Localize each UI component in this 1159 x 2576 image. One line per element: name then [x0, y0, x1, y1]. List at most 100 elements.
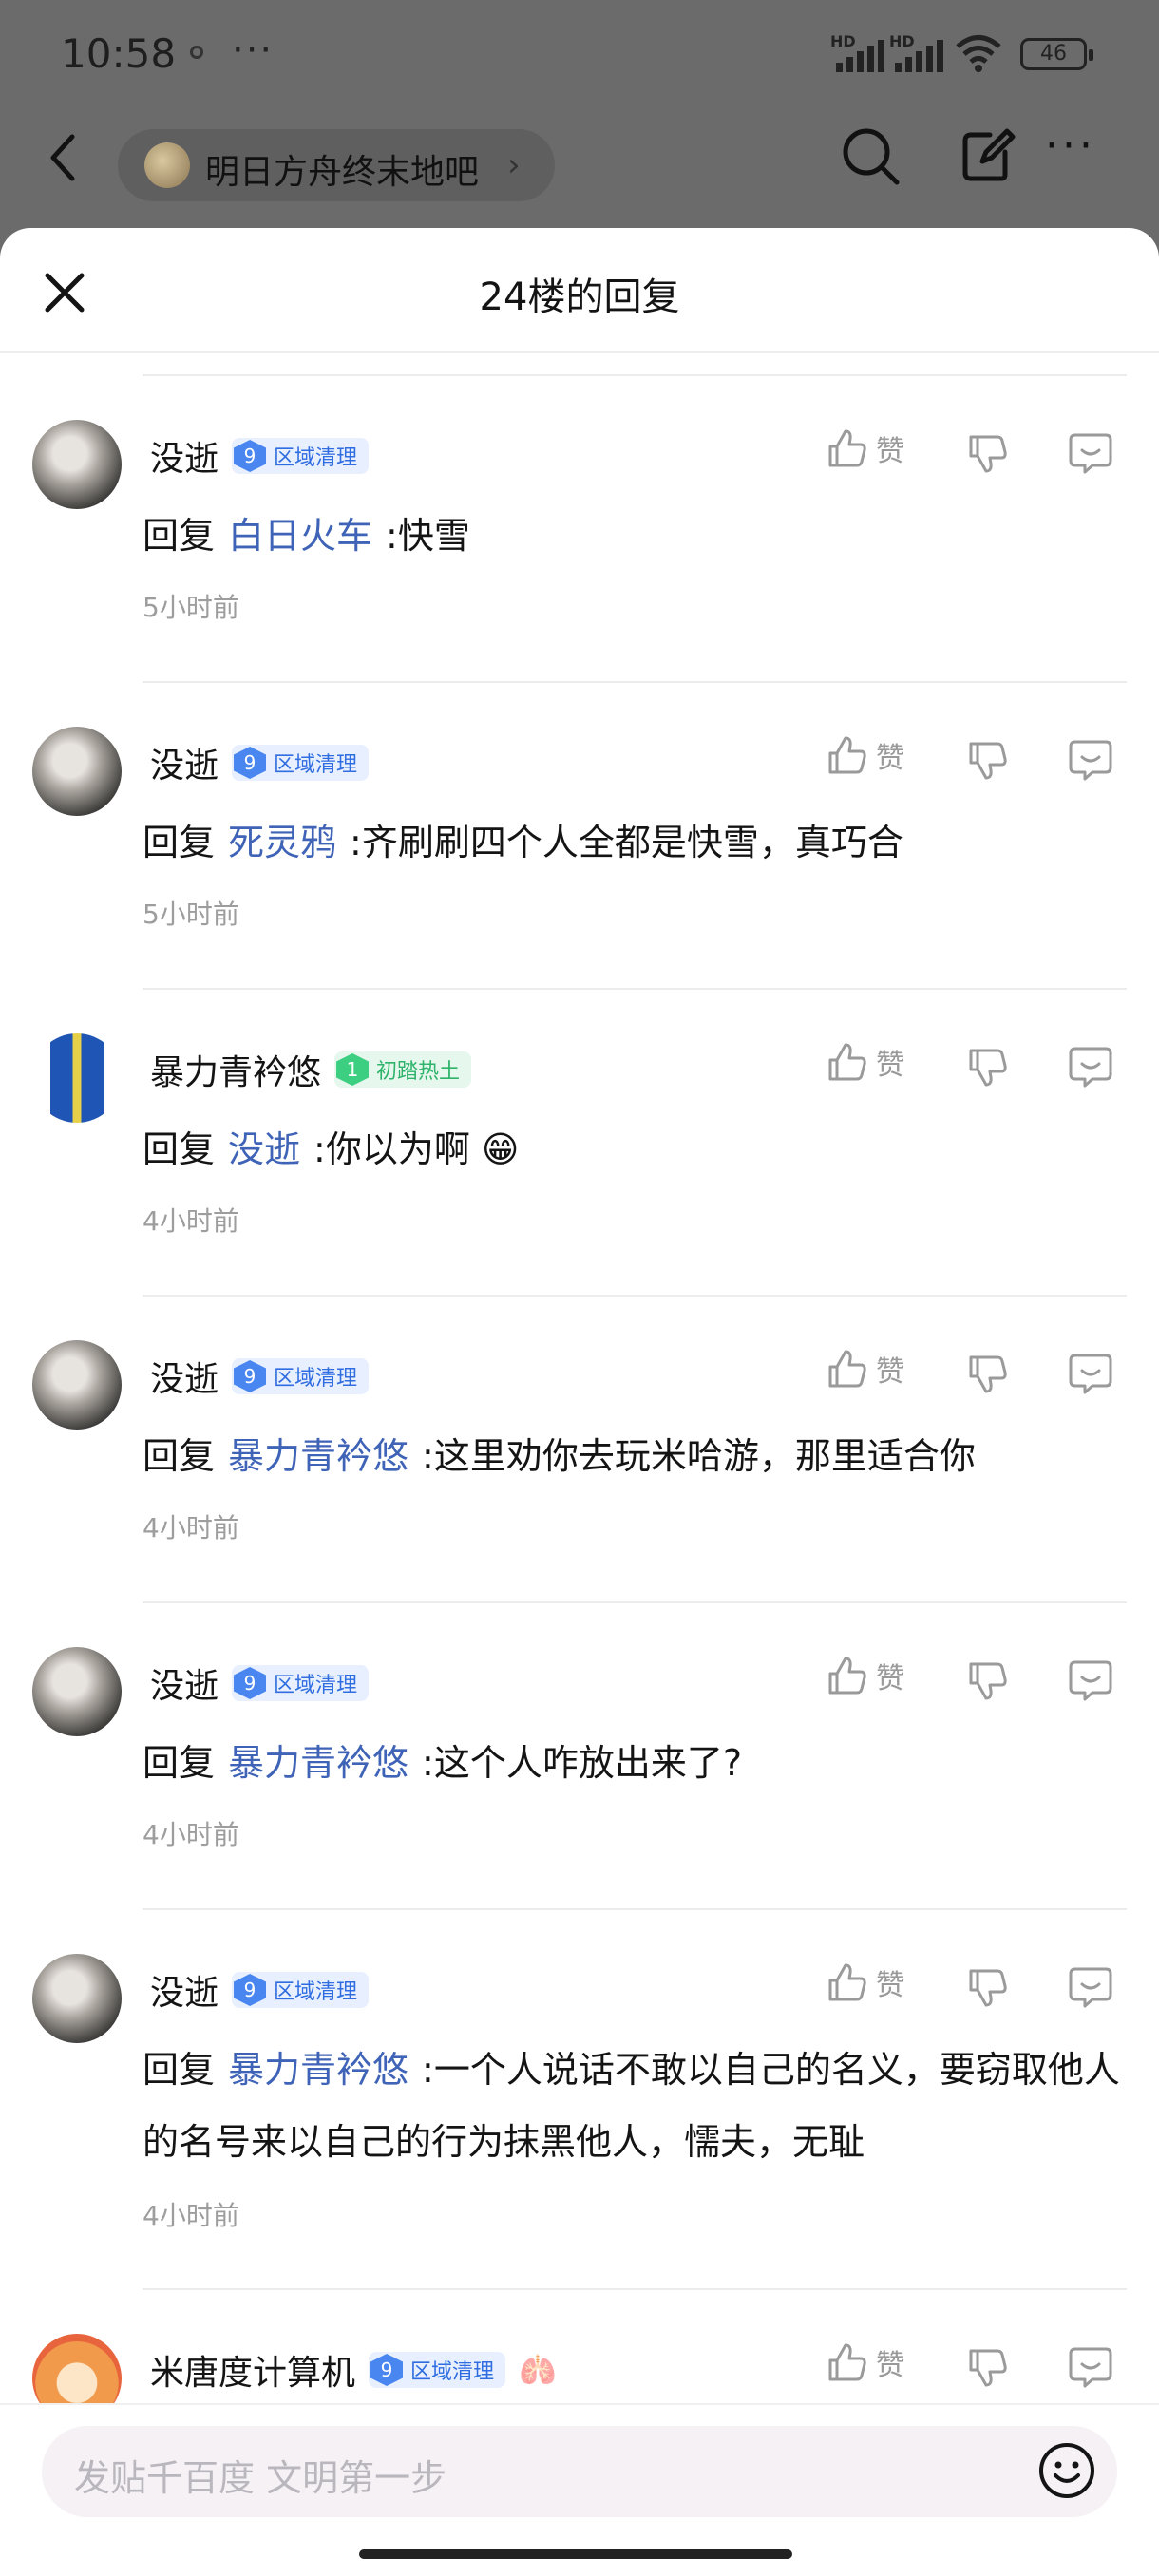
username[interactable]: 没逝	[150, 1352, 218, 1401]
status-bar: 10:58 ··· HD HD 46	[0, 0, 1159, 110]
level-badge: 9 区域清理	[232, 1665, 370, 1701]
thumbs-down-icon[interactable]	[967, 1047, 1009, 1089]
home-indicator[interactable]	[359, 2549, 792, 2559]
reply-item: 没逝 9 区域清理 赞 回复 暴力青衿悠:一个人说话不敢以自己的名义，要窃取他人的名…	[0, 1910, 1159, 2290]
avatar[interactable]	[32, 420, 122, 509]
comment-icon[interactable]	[1068, 1045, 1113, 1089]
thumbs-down-icon[interactable]	[967, 2347, 1009, 2389]
timestamp: 5小时前	[142, 899, 239, 930]
more-menu-icon[interactable]: ···	[1045, 122, 1096, 170]
reply-item: 暴力青衿悠 1 初踏热土 赞 回复 没逝:你以为啊 😁 4小时前	[0, 990, 1159, 1297]
thumbs-up-icon	[828, 1963, 866, 2001]
timestamp: 4小时前	[142, 1512, 239, 1544]
back-arrow-icon[interactable]	[42, 129, 84, 186]
level-badge: 9 区域清理	[232, 1972, 370, 2008]
like-button[interactable]: 赞	[826, 1041, 904, 1083]
badge-title: 区域清理	[274, 1980, 358, 2004]
reply-item: 没逝 9 区域清理 赞 回复 暴力青衿悠:这个人咋放出来了? 4小时前	[0, 1603, 1159, 1910]
thumbs-up-icon	[828, 1043, 866, 1081]
like-button[interactable]: 赞	[826, 427, 904, 469]
like-button[interactable]: 赞	[826, 1655, 904, 1696]
reply-actions: 赞	[826, 2341, 1130, 2395]
comment-icon[interactable]	[1068, 1965, 1113, 2009]
comment-icon[interactable]	[1068, 738, 1113, 782]
emoji-icon[interactable]	[1036, 2439, 1098, 2502]
reply-actions: 赞	[826, 427, 1130, 481]
username[interactable]: 没逝	[150, 1965, 218, 2015]
badge-title: 初踏热土	[376, 1060, 461, 1084]
thumbs-up-icon	[828, 429, 866, 467]
reply-list[interactable]: 没逝 9 区域清理 赞 回复 白日火车:快雪 5小时前 没逝 9 区域清理 赞…	[0, 374, 1159, 2480]
thumbs-down-icon[interactable]	[967, 1354, 1009, 1395]
reply-text: 回复 暴力青衿悠:这里劝你去玩米哈游，那里适合你	[142, 1435, 976, 1477]
signal-icon: HD	[830, 32, 887, 72]
chevron-right-icon: ›	[507, 146, 521, 184]
username[interactable]: 没逝	[150, 1658, 218, 1708]
reply-actions: 赞	[826, 1348, 1130, 1401]
like-button[interactable]: 赞	[826, 2341, 904, 2383]
comment-icon[interactable]	[1068, 1658, 1113, 1702]
thumbs-down-icon[interactable]	[967, 433, 1009, 475]
avatar[interactable]	[32, 1340, 122, 1430]
reply-text: 回复 死灵鸦:齐刷刷四个人全都是快雪，真巧合	[142, 822, 903, 863]
avatar[interactable]	[32, 727, 122, 816]
level-number: 1	[336, 1053, 370, 1086]
thumbs-down-icon[interactable]	[967, 1967, 1009, 2009]
username[interactable]: 暴力青衿悠	[150, 1045, 321, 1094]
thumbs-down-icon[interactable]	[967, 740, 1009, 782]
reply-item: 没逝 9 区域清理 赞 回复 白日火车:快雪 5小时前	[0, 376, 1159, 683]
like-button[interactable]: 赞	[826, 1348, 904, 1390]
level-number: 9	[234, 1360, 267, 1392]
comment-icon[interactable]	[1068, 2345, 1113, 2389]
reply-sheet: 24楼的回复 没逝 9 区域清理 赞 回复 白日火车:快雪 5小时前 没逝 9…	[0, 228, 1159, 2576]
battery-icon: 46	[1020, 38, 1093, 70]
mention-link[interactable]: 暴力青衿悠	[228, 2049, 408, 2091]
thumbs-down-icon[interactable]	[967, 1660, 1009, 1702]
thumbs-up-icon	[828, 1657, 866, 1695]
mention-link[interactable]: 白日火车	[228, 515, 372, 557]
comment-icon[interactable]	[1068, 431, 1113, 475]
timestamp: 5小时前	[142, 592, 239, 623]
comment-composer: 发贴千百度 文明第一步	[0, 2403, 1159, 2576]
username[interactable]: 没逝	[150, 738, 218, 787]
reply-item: 没逝 9 区域清理 赞 回复 死灵鸦:齐刷刷四个人全都是快雪，真巧合 5小时前	[0, 683, 1159, 990]
like-button[interactable]: 赞	[826, 1961, 904, 2003]
thumbs-up-icon	[828, 2343, 866, 2381]
reply-text: 回复 暴力青衿悠:一个人说话不敢以自己的名义，要窃取他人的名号来以自己的行为抹黑他…	[142, 2049, 1120, 2163]
level-badge: 9 区域清理	[369, 2352, 506, 2388]
mention-link[interactable]: 没逝	[228, 1128, 300, 1170]
badge-title: 区域清理	[274, 1674, 358, 1697]
badge-title: 区域清理	[274, 446, 358, 470]
avatar[interactable]	[32, 1954, 122, 2043]
mention-link[interactable]: 暴力青衿悠	[228, 1742, 408, 1784]
forum-avatar	[144, 142, 190, 188]
avatar[interactable]	[32, 1033, 122, 1123]
reply-actions: 赞	[826, 1655, 1130, 1708]
username[interactable]: 米唐度计算机	[150, 2345, 355, 2395]
like-label: 赞	[876, 1662, 904, 1695]
reply-text: 回复 白日火车:快雪	[142, 515, 470, 557]
like-label: 赞	[876, 1049, 904, 1082]
avatar[interactable]	[32, 1647, 122, 1736]
timestamp: 4小时前	[142, 1819, 239, 1850]
status-more-icon: ···	[232, 28, 275, 72]
lungs-emoji-icon: 🫁	[519, 2352, 557, 2388]
search-icon[interactable]	[838, 123, 902, 188]
level-number: 9	[234, 1974, 267, 2006]
like-label: 赞	[876, 1355, 904, 1389]
edit-icon[interactable]	[958, 123, 1018, 184]
level-badge: 9 区域清理	[232, 745, 370, 781]
comment-input[interactable]: 发贴千百度 文明第一步	[42, 2426, 1117, 2517]
username[interactable]: 没逝	[150, 431, 218, 481]
mention-link[interactable]: 暴力青衿悠	[228, 1435, 408, 1477]
comment-icon[interactable]	[1068, 1352, 1113, 1395]
like-label: 赞	[876, 1969, 904, 2002]
input-placeholder: 发贴千百度 文明第一步	[74, 2457, 447, 2499]
level-badge: 1 初踏热土	[334, 1051, 472, 1088]
reply-actions: 赞	[826, 734, 1130, 787]
like-button[interactable]: 赞	[826, 734, 904, 776]
level-number: 9	[234, 1667, 267, 1699]
mention-link[interactable]: 死灵鸦	[228, 822, 336, 863]
notification-dot-icon	[190, 46, 203, 59]
forum-pill[interactable]: 明日方舟终末地吧 ›	[118, 129, 555, 201]
